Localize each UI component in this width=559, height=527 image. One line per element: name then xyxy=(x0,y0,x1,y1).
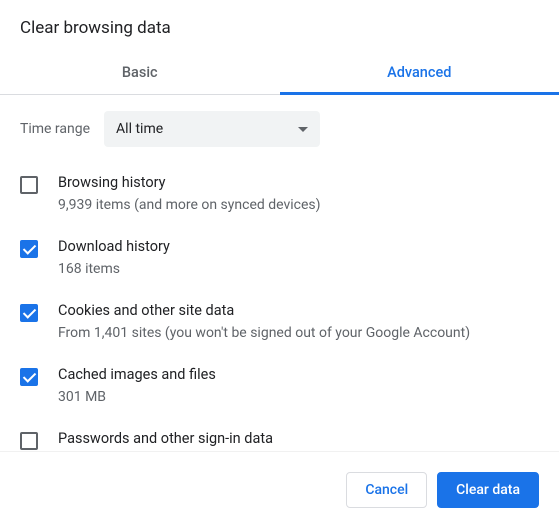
time-range-select[interactable]: All time xyxy=(104,111,320,147)
list-item: Cookies and other site data From 1,401 s… xyxy=(20,289,533,353)
list-item: Browsing history 9,939 items (and more o… xyxy=(20,161,533,225)
chevron-down-icon xyxy=(298,127,308,132)
clear-data-button[interactable]: Clear data xyxy=(437,472,539,508)
checkbox-cached-images[interactable] xyxy=(20,368,38,386)
item-text: Cached images and files 301 MB xyxy=(58,365,533,407)
options-list: Browsing history 9,939 items (and more o… xyxy=(0,157,553,455)
list-item: Download history 168 items xyxy=(20,225,533,289)
item-title: Cached images and files xyxy=(58,365,533,385)
dialog-title: Clear browsing data xyxy=(0,0,559,52)
time-range-label: Time range xyxy=(20,121,90,137)
list-item: Passwords and other sign-in data 17 pass… xyxy=(20,417,533,455)
checkbox-cookies[interactable] xyxy=(20,304,38,322)
checkbox-download-history[interactable] xyxy=(20,240,38,258)
item-sub: 301 MB xyxy=(58,387,533,407)
item-sub: 168 items xyxy=(58,259,533,279)
checkbox-browsing-history[interactable] xyxy=(20,176,38,194)
tab-basic[interactable]: Basic xyxy=(0,52,280,94)
tabs: Basic Advanced xyxy=(0,52,559,95)
item-title: Browsing history xyxy=(58,173,533,193)
item-sub: From 1,401 sites (you won't be signed ou… xyxy=(58,323,533,343)
item-title: Download history xyxy=(58,237,533,257)
item-sub: 9,939 items (and more on synced devices) xyxy=(58,195,533,215)
list-item: Cached images and files 301 MB xyxy=(20,353,533,417)
dialog-footer: Cancel Clear data xyxy=(0,451,559,527)
item-text: Download history 168 items xyxy=(58,237,533,279)
item-title: Cookies and other site data xyxy=(58,301,533,321)
item-title: Passwords and other sign-in data xyxy=(58,429,533,449)
time-range-value: All time xyxy=(116,121,163,137)
item-text: Browsing history 9,939 items (and more o… xyxy=(58,173,533,215)
item-text: Cookies and other site data From 1,401 s… xyxy=(58,301,533,343)
checkbox-passwords[interactable] xyxy=(20,432,38,450)
tab-advanced[interactable]: Advanced xyxy=(280,52,559,94)
content-area: Time range All time Browsing history 9,9… xyxy=(0,95,559,455)
time-range-row: Time range All time xyxy=(0,95,553,157)
cancel-button[interactable]: Cancel xyxy=(346,472,427,508)
